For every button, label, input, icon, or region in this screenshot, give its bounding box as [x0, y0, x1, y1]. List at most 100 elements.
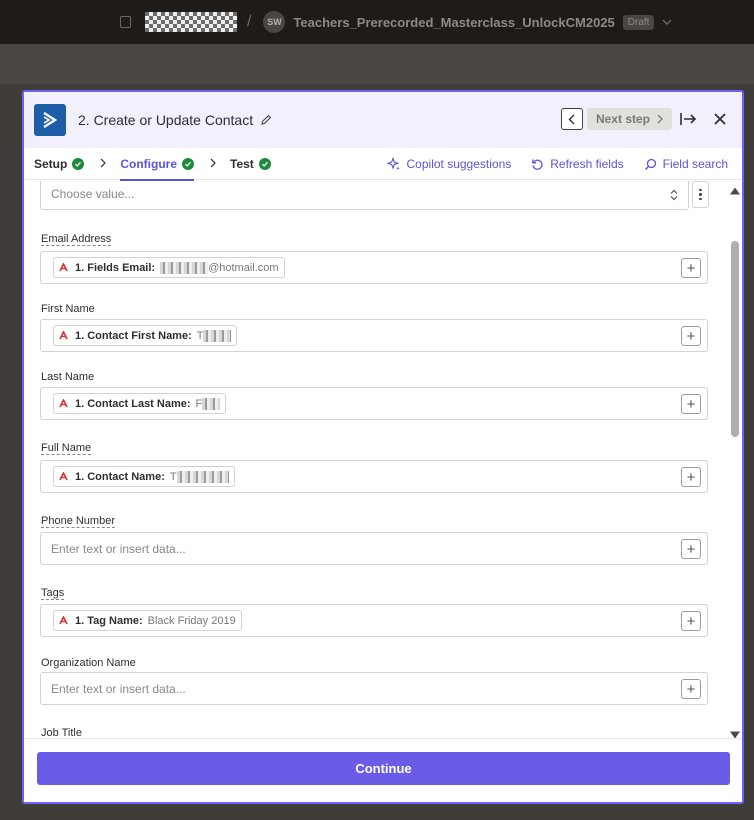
field-search-button[interactable]: Field search	[644, 157, 728, 171]
first-name-field[interactable]: 1. Contact First Name: T +	[40, 319, 708, 352]
pencil-icon[interactable]	[260, 114, 272, 126]
app-logo-icon	[34, 104, 66, 136]
refresh-fields-button[interactable]: Refresh fields	[531, 157, 624, 171]
insert-data-button[interactable]: +	[681, 679, 701, 699]
pill-label: 1. Tag Name:	[75, 614, 143, 627]
chevron-right-icon	[210, 157, 216, 171]
data-pill[interactable]: 1. Fields Email: @hotmail.com	[53, 257, 285, 278]
data-pill[interactable]: 1. Tag Name: Black Friday 2019	[53, 610, 242, 631]
full-name-field[interactable]: 1. Contact Name: T +	[40, 460, 708, 493]
pill-value: @hotmail.com	[160, 261, 279, 274]
pill-value-prefix: F	[195, 397, 203, 410]
email-label: Email Address	[41, 233, 112, 246]
job-title-label: Job Title	[41, 727, 82, 738]
more-options-icon[interactable]	[692, 181, 709, 208]
workspace-name-redacted[interactable]	[145, 12, 237, 32]
chevron-left-icon	[568, 114, 575, 124]
scrollbar-thumb[interactable]	[731, 241, 739, 437]
tab-label: Setup	[34, 156, 68, 171]
select-placeholder: Choose value...	[51, 187, 135, 201]
source-app-icon	[59, 399, 68, 408]
scroll-up-arrow-icon[interactable]	[730, 187, 740, 195]
previous-step-button[interactable]	[560, 108, 583, 130]
insert-data-button[interactable]: +	[681, 326, 701, 346]
next-step-button[interactable]: Next step	[586, 108, 672, 130]
chevron-right-icon	[657, 114, 663, 124]
data-pill[interactable]: 1. Contact Last Name: F	[53, 393, 227, 414]
check-circle-icon	[258, 157, 271, 170]
panel-header: 2. Create or Update Contact Next step	[24, 92, 742, 148]
source-app-icon	[59, 472, 68, 481]
top-bar: / SW Teachers_Prerecorded_Masterclass_Un…	[0, 0, 754, 44]
insert-data-button[interactable]: +	[681, 467, 701, 487]
scroll-down-arrow-icon[interactable]	[730, 731, 740, 738]
expand-panel-icon[interactable]	[680, 112, 698, 126]
pill-value-prefix: T	[196, 329, 204, 342]
pill-value: Black Friday 2019	[147, 614, 236, 627]
insert-data-button[interactable]: +	[681, 611, 701, 631]
insert-data-button[interactable]: +	[681, 394, 701, 414]
field-placeholder: Enter text or insert data...	[51, 542, 186, 556]
pill-value: F	[195, 397, 221, 410]
organization-name-label: Organization Name	[41, 657, 136, 669]
step-editor-panel: 2. Create or Update Contact Next step Se…	[22, 90, 744, 804]
pill-label: 1. Contact Name:	[75, 470, 165, 483]
tab-configure[interactable]: Configure	[120, 148, 195, 181]
field-placeholder: Enter text or insert data...	[51, 682, 186, 696]
panel-footer: Continue	[24, 738, 742, 802]
avatar[interactable]: SW	[263, 11, 286, 33]
step-tabs: Setup Configure Test Copilot suggestions…	[24, 148, 742, 181]
tab-label: Configure	[120, 156, 178, 171]
pill-value: T	[196, 329, 232, 342]
fields-scroll-area[interactable]: Choose value... Email Address 1. Fields …	[24, 181, 742, 738]
data-pill[interactable]: 1. Contact First Name: T	[53, 325, 238, 346]
chevron-right-icon	[100, 157, 107, 171]
source-app-icon	[59, 616, 68, 625]
refresh-icon	[532, 159, 543, 170]
redacted-value	[160, 261, 209, 274]
phone-number-field[interactable]: Enter text or insert data... +	[40, 532, 708, 565]
field-search-label: Field search	[662, 157, 728, 171]
tags-field[interactable]: 1. Tag Name: Black Friday 2019 +	[40, 604, 708, 637]
breadcrumb-separator: /	[247, 13, 252, 30]
search-icon	[644, 158, 656, 170]
chevron-down-icon[interactable]	[662, 17, 672, 28]
choose-value-select[interactable]: Choose value...	[40, 181, 689, 210]
pill-label: 1. Fields Email:	[75, 261, 156, 274]
last-name-label: Last Name	[41, 371, 95, 383]
organization-name-field[interactable]: Enter text or insert data... +	[40, 672, 708, 705]
insert-data-button[interactable]: +	[681, 258, 701, 278]
tags-label: Tags	[41, 587, 65, 600]
source-app-icon	[59, 331, 68, 340]
continue-button[interactable]: Continue	[37, 752, 730, 785]
check-circle-icon	[72, 157, 85, 170]
tab-label: Test	[230, 156, 254, 171]
redacted-value	[203, 329, 232, 342]
redacted-value	[176, 470, 229, 483]
tab-setup[interactable]: Setup	[34, 148, 85, 180]
sparkle-icon	[386, 157, 400, 170]
copilot-suggestions-button[interactable]: Copilot suggestions	[386, 157, 512, 171]
zap-title[interactable]: Teachers_Prerecorded_Masterclass_UnlockC…	[293, 15, 614, 30]
email-field[interactable]: 1. Fields Email: @hotmail.com +	[40, 251, 708, 284]
updown-chevron-icon	[670, 189, 678, 201]
pill-label: 1. Contact First Name:	[75, 329, 192, 342]
step-title[interactable]: 2. Create or Update Contact	[78, 112, 253, 128]
close-icon[interactable]	[714, 113, 726, 125]
first-name-label: First Name	[41, 303, 95, 315]
document-icon	[120, 16, 131, 28]
phone-number-label: Phone Number	[41, 515, 115, 528]
data-pill[interactable]: 1. Contact Name: T	[53, 466, 235, 487]
tab-test[interactable]: Test	[230, 148, 271, 180]
check-circle-icon	[182, 157, 195, 170]
status-badge: Draft	[622, 14, 655, 30]
copilot-label: Copilot suggestions	[406, 157, 512, 171]
last-name-field[interactable]: 1. Contact Last Name: F +	[40, 387, 708, 420]
next-step-label: Next step	[595, 112, 650, 126]
pill-value-suffix: @hotmail.com	[208, 261, 279, 274]
insert-data-button[interactable]: +	[681, 539, 701, 559]
pill-label: 1. Contact Last Name:	[75, 397, 191, 410]
refresh-label: Refresh fields	[550, 157, 624, 171]
redacted-value	[202, 397, 221, 410]
canvas-background	[0, 44, 754, 84]
